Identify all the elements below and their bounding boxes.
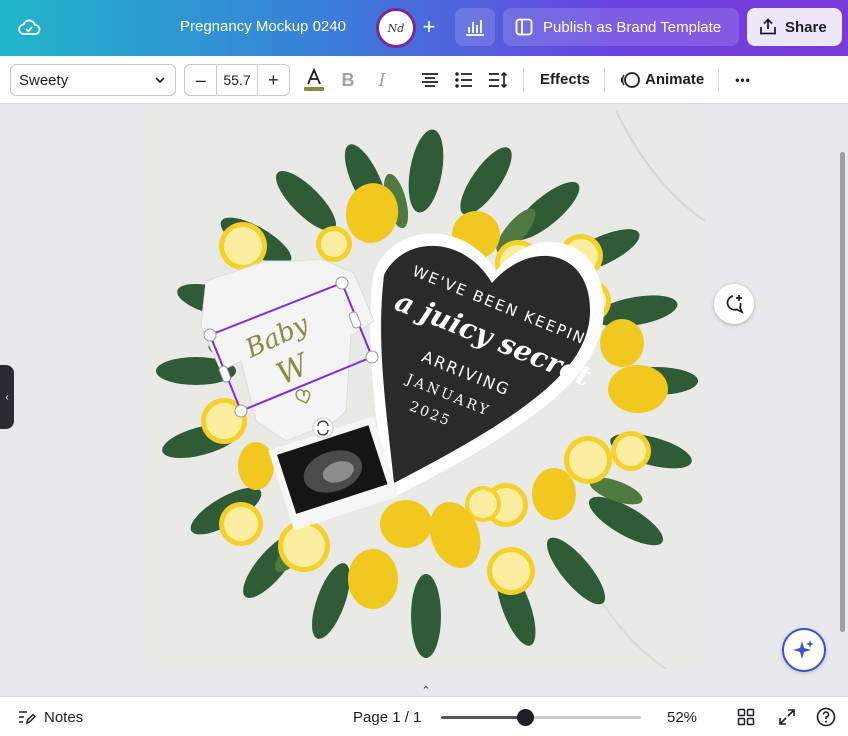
spacing-button[interactable]: [486, 68, 510, 92]
animate-icon[interactable]: [619, 68, 643, 92]
align-center-icon: [420, 71, 440, 89]
add-collaborator-button[interactable]: +: [416, 14, 442, 40]
expand-icon: [778, 708, 796, 726]
magic-assistant-button[interactable]: [782, 628, 826, 672]
add-comment-button[interactable]: [714, 284, 754, 324]
italic-button[interactable]: I: [370, 68, 394, 92]
fullscreen-button[interactable]: [775, 705, 799, 729]
font-name: Sweety: [19, 71, 69, 89]
align-center-button[interactable]: [418, 68, 442, 92]
share-label: Share: [785, 18, 827, 36]
sparkle-icon: [792, 638, 816, 662]
publish-label: Publish as Brand Template: [543, 18, 722, 36]
list-button[interactable]: [452, 68, 476, 92]
increase-font-size-button[interactable]: +: [258, 65, 289, 95]
zoom-slider-fill: [441, 716, 525, 719]
zoom-slider[interactable]: [441, 709, 641, 726]
more-options-button[interactable]: •••: [731, 68, 755, 92]
font-size-input[interactable]: 55.7: [216, 65, 258, 95]
share-button[interactable]: Share: [747, 8, 842, 46]
bullet-list-icon: [454, 71, 474, 89]
chevron-down-icon: [153, 73, 167, 91]
design-canvas[interactable]: Baby W WE'VE BEEN KEEPING a juicy secret…: [146, 111, 705, 669]
insights-button[interactable]: [455, 8, 495, 46]
page-indicator[interactable]: Page 1 / 1: [353, 709, 421, 726]
user-avatar[interactable]: Nd: [376, 8, 416, 48]
bold-button[interactable]: B: [336, 68, 360, 92]
notes-button[interactable]: Notes: [18, 708, 83, 726]
template-icon: [515, 18, 533, 36]
toolbar-divider: [718, 68, 719, 92]
toolbar-divider: [604, 68, 605, 92]
cloud-save-icon[interactable]: [16, 16, 42, 40]
animate-button[interactable]: Animate: [645, 71, 704, 88]
text-color-button[interactable]: [302, 68, 326, 92]
grid-view-button[interactable]: [734, 705, 758, 729]
side-panel-toggle[interactable]: ‹: [0, 365, 14, 429]
decrease-font-size-button[interactable]: –: [185, 65, 216, 95]
notes-pencil-icon: [18, 708, 36, 726]
notes-label: Notes: [44, 708, 84, 726]
help-button[interactable]: [814, 705, 838, 729]
grid-icon: [737, 708, 755, 726]
help-icon: [816, 707, 836, 727]
publish-brand-template-button[interactable]: Publish as Brand Template: [503, 8, 739, 46]
vertical-scrollbar[interactable]: [840, 152, 845, 632]
share-upload-icon: [759, 18, 777, 36]
toolbar-divider: [523, 68, 524, 92]
bottom-bar: Notes Page 1 / 1 52%: [0, 696, 848, 736]
text-toolbar: Sweety – 55.7 + B I Effects Animate •••: [0, 56, 848, 104]
comment-plus-icon: [723, 293, 745, 315]
line-spacing-icon: [487, 71, 509, 89]
font-size-stepper: – 55.7 +: [184, 64, 290, 96]
document-title[interactable]: Pregnancy Mockup 0240: [180, 18, 346, 35]
font-family-select[interactable]: Sweety: [10, 64, 176, 96]
zoom-level[interactable]: 52%: [667, 709, 697, 726]
top-header: Pregnancy Mockup 0240 Nd + Publish as Br…: [0, 0, 848, 56]
bar-chart-icon: [465, 18, 485, 36]
zoom-slider-thumb[interactable]: [517, 709, 534, 726]
effects-button[interactable]: Effects: [540, 71, 590, 88]
